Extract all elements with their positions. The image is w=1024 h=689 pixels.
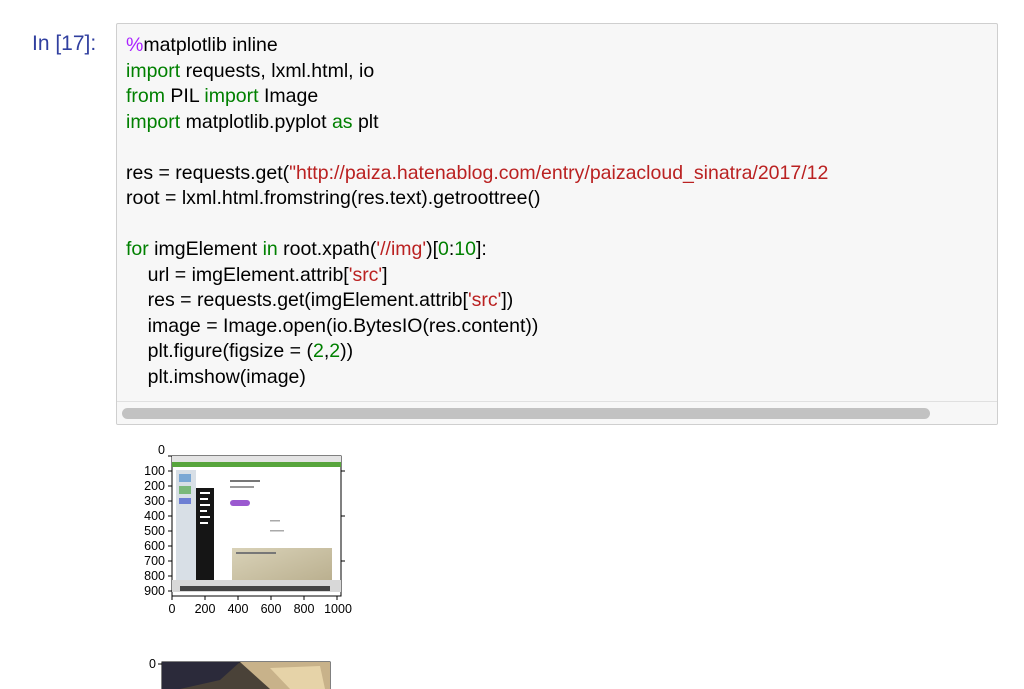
code-line-9: for imgElement in root.xpath('//img')[0:…: [126, 238, 487, 260]
code-cell[interactable]: %matplotlib inline import requests, lxml.…: [116, 23, 998, 425]
plot-1-x-axis: [171, 596, 338, 600]
plot-1-xtick-label: 200: [195, 602, 216, 616]
plot-1-xtick-label: 0: [169, 602, 176, 616]
plot-1-ytick-label: 600: [144, 539, 165, 553]
plot-1-ytick-label: 500: [144, 524, 165, 538]
plot-1-ytick-label: 200: [144, 479, 165, 493]
code-line-10: url = imgElement.attrib['src']: [126, 263, 388, 286]
code-editor[interactable]: %matplotlib inline import requests, lxml.…: [126, 33, 997, 390]
code-line-12: image = Image.open(io.BytesIO(res.conten…: [126, 314, 539, 337]
input-prompt: In [17]:: [32, 32, 97, 55]
plot-1-ytick-label: 300: [144, 494, 165, 508]
code-line-3: from PIL import Image: [126, 85, 319, 107]
code-line-11: res = requests.get(imgElement.attrib['sr…: [126, 289, 514, 311]
code-line-14: plt.imshow(image): [126, 365, 306, 388]
code-line-7: root = lxml.html.fromstring(res.text).ge…: [126, 187, 541, 209]
plot-1-xtick-label: 400: [228, 602, 249, 616]
code-line-2: import requests, lxml.html, io: [126, 59, 375, 82]
plot-1-xtick-label: 600: [261, 602, 282, 616]
plot-1-ytick-label: 700: [144, 554, 165, 568]
plot-2-ytick-label: 0: [149, 657, 156, 671]
code-line-6: res = requests.get("http://paiza.hatenab…: [126, 161, 829, 184]
plot-1-ytick-label: 400: [144, 509, 165, 523]
plot-1-ytick-label: 100: [144, 464, 165, 478]
code-line-1: %matplotlib inline: [126, 34, 278, 56]
plot-1-xtick-label: 800: [294, 602, 315, 616]
plot-1-ytick-label: 800: [144, 569, 165, 583]
scrollbar-thumb[interactable]: [122, 408, 930, 419]
plot-1-xtick-label: 1000: [324, 602, 352, 616]
plot-1-ytick-label: 0: [158, 443, 165, 457]
code-line-13: plt.figure(figsize = (2,2)): [126, 340, 354, 362]
plot-1-ytick-label: 900: [144, 584, 165, 598]
horizontal-scrollbar[interactable]: [117, 401, 997, 424]
output-plot-1: 0 100 200 300 400 500 600 700 800 900 0 …: [144, 443, 352, 689]
code-line-4: import matplotlib.pyplot as plt: [126, 110, 379, 133]
output-plot-2: 0: [149, 657, 331, 689]
